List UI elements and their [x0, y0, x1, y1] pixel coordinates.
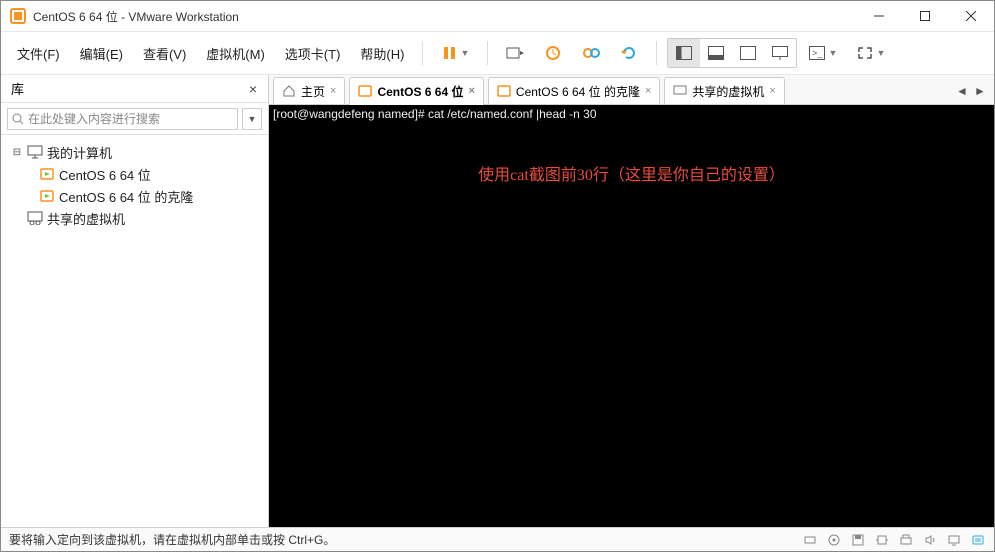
send-ctrl-alt-del-button[interactable]	[498, 38, 532, 68]
search-icon	[12, 113, 24, 125]
revert-snapshot-button[interactable]	[612, 38, 646, 68]
device-network-icon[interactable]	[874, 532, 890, 548]
device-usb-icon[interactable]	[802, 532, 818, 548]
console-view-button[interactable]: >_ ▼	[801, 38, 845, 68]
tree-root-my-computer[interactable]: ⊟ 我的计算机	[5, 141, 264, 163]
expand-icon[interactable]: ⊟	[11, 147, 23, 158]
toolbar-separator	[656, 41, 657, 65]
menu-edit[interactable]: 编辑(E)	[72, 38, 131, 69]
shared-icon	[27, 211, 43, 225]
console-prompt: [root@wangdefeng named]# cat /etc/named.…	[273, 107, 990, 121]
layout-bottombar-button[interactable]	[700, 39, 732, 67]
snapshot-manager-button[interactable]	[574, 38, 608, 68]
sidebar-title: 库	[11, 79, 244, 98]
tree-label: 共享的虚拟机	[47, 209, 125, 228]
menu-file[interactable]: 文件(F)	[9, 38, 68, 69]
library-sidebar: 库 × 在此处键入内容进行搜索 ▼ ⊟ 我的计算机 CentOS 6 64 位 …	[1, 75, 269, 527]
tab-close-icon[interactable]: ×	[645, 85, 651, 97]
status-message: 要将输入定向到该虚拟机，请在虚拟机内部单击或按 Ctrl+G。	[9, 531, 802, 548]
tab-label: 共享的虚拟机	[692, 83, 764, 100]
vm-icon	[497, 85, 511, 97]
layout-group	[667, 38, 797, 68]
search-input[interactable]: 在此处键入内容进行搜索	[7, 108, 238, 130]
layout-sidebar-button[interactable]	[668, 39, 700, 67]
tab-label: CentOS 6 64 位 的克隆	[516, 83, 640, 100]
tree-label: CentOS 6 64 位	[59, 165, 151, 184]
pause-button[interactable]: ▼	[433, 38, 477, 68]
message-log-icon[interactable]	[970, 532, 986, 548]
layout-presentation-button[interactable]	[764, 39, 796, 67]
layout-single-button[interactable]	[732, 39, 764, 67]
device-sound-icon[interactable]	[922, 532, 938, 548]
vm-console[interactable]: [root@wangdefeng named]# cat /etc/named.…	[269, 105, 994, 527]
vm-icon	[358, 85, 372, 97]
snapshot-button[interactable]	[536, 38, 570, 68]
minimize-button[interactable]	[856, 1, 902, 31]
console-overlay-text: 使用cat截图前30行（这里是你自己的设置）	[269, 161, 994, 185]
vm-tree: ⊟ 我的计算机 CentOS 6 64 位 CentOS 6 64 位 的克隆 …	[1, 135, 268, 527]
window-titlebar: CentOS 6 64 位 - VMware Workstation	[1, 1, 994, 31]
menu-view[interactable]: 查看(V)	[135, 38, 194, 69]
window-title: CentOS 6 64 位 - VMware Workstation	[33, 8, 856, 25]
tab-close-icon[interactable]: ×	[769, 85, 775, 97]
device-printer-icon[interactable]	[898, 532, 914, 548]
shared-icon	[673, 85, 687, 97]
tree-label: CentOS 6 64 位 的克隆	[59, 187, 193, 206]
tab-label: 主页	[301, 83, 325, 100]
chevron-down-icon: ▼	[828, 48, 837, 58]
vm-running-icon	[39, 167, 55, 181]
vmware-icon	[9, 7, 27, 25]
menu-help[interactable]: 帮助(H)	[352, 38, 412, 69]
main-toolbar: 文件(F) 编辑(E) 查看(V) 虚拟机(M) 选项卡(T) 帮助(H) ▼ …	[1, 31, 994, 75]
chevron-down-icon: ▼	[460, 48, 469, 58]
toolbar-separator	[487, 41, 488, 65]
main-area: 主页 × CentOS 6 64 位 × CentOS 6 64 位 的克隆 ×…	[269, 75, 994, 527]
search-placeholder: 在此处键入内容进行搜索	[28, 110, 160, 127]
tab-centos-clone[interactable]: CentOS 6 64 位 的克隆 ×	[488, 77, 660, 104]
tree-item-centos-clone[interactable]: CentOS 6 64 位 的克隆	[5, 185, 264, 207]
vm-running-icon	[39, 189, 55, 203]
status-bar: 要将输入定向到该虚拟机，请在虚拟机内部单击或按 Ctrl+G。	[1, 527, 994, 551]
fullscreen-button[interactable]: ▼	[849, 38, 893, 68]
menu-vm[interactable]: 虚拟机(M)	[198, 38, 273, 69]
tree-item-centos[interactable]: CentOS 6 64 位	[5, 163, 264, 185]
tab-home[interactable]: 主页 ×	[273, 77, 345, 104]
device-display-icon[interactable]	[946, 532, 962, 548]
device-cd-icon[interactable]	[826, 532, 842, 548]
monitor-icon	[27, 145, 43, 159]
chevron-down-icon: ▼	[876, 48, 885, 58]
svg-text:>_: >_	[812, 48, 823, 58]
menu-tabs[interactable]: 选项卡(T)	[277, 38, 349, 69]
search-dropdown[interactable]: ▼	[242, 108, 262, 130]
tab-shared[interactable]: 共享的虚拟机 ×	[664, 77, 784, 104]
tab-centos[interactable]: CentOS 6 64 位 ×	[349, 77, 483, 104]
tree-shared-vms[interactable]: 共享的虚拟机	[5, 207, 264, 229]
tab-bar: 主页 × CentOS 6 64 位 × CentOS 6 64 位 的克隆 ×…	[269, 75, 994, 105]
home-icon	[282, 85, 296, 97]
tab-scroll-right[interactable]: ►	[972, 84, 988, 98]
sidebar-header: 库 ×	[1, 75, 268, 103]
close-button[interactable]	[948, 1, 994, 31]
sidebar-close-icon[interactable]: ×	[244, 81, 262, 97]
tab-scroll-left[interactable]: ◄	[954, 84, 970, 98]
tab-close-icon[interactable]: ×	[330, 85, 336, 97]
toolbar-separator	[422, 41, 423, 65]
tab-label: CentOS 6 64 位	[377, 83, 463, 100]
maximize-button[interactable]	[902, 1, 948, 31]
tree-label: 我的计算机	[47, 143, 112, 162]
device-floppy-icon[interactable]	[850, 532, 866, 548]
tab-close-icon[interactable]: ×	[468, 85, 474, 97]
